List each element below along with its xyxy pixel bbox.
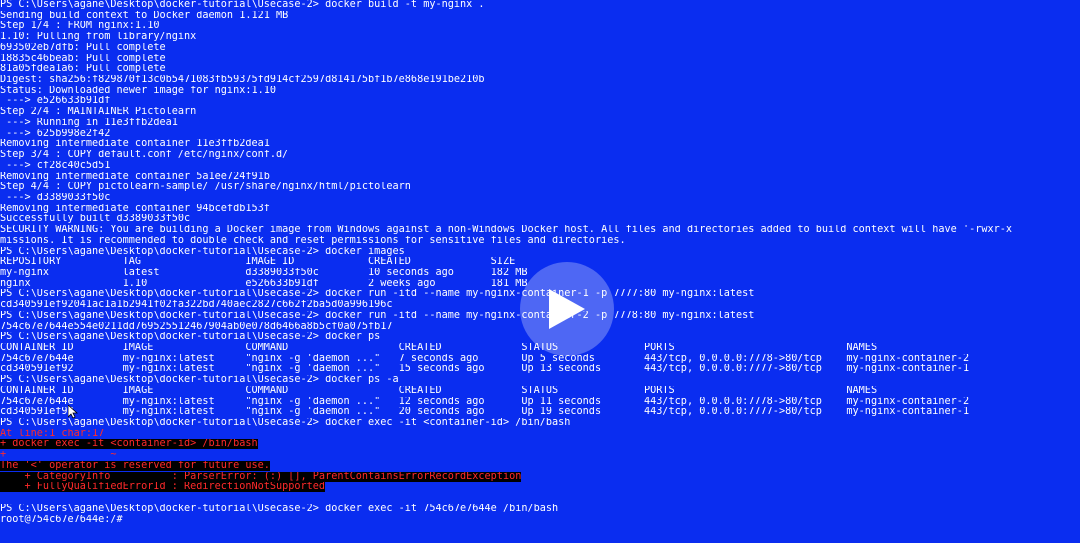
terminal-line-text: + docker exec -it <container-id> /bin/ba… <box>0 439 258 450</box>
terminal-line: Removing intermediate container 5a1ee724… <box>0 172 1080 183</box>
terminal-line: PS C:\Users\agane\Desktop\docker-tutoria… <box>0 247 1080 258</box>
terminal-line-text: Step 2/4 : MAINTAINER Pictolearn <box>0 107 197 118</box>
terminal-line-text: ---> e526633b91df <box>0 96 111 107</box>
terminal-line-text: 754c67e7644e my-nginx:latest "nginx -g '… <box>0 353 970 364</box>
terminal-error-line: At line:1 char:17 <box>0 429 1080 440</box>
terminal-line-text: root@754c67e7644e:/# <box>0 514 123 525</box>
terminal-line: CONTAINER ID IMAGE COMMAND CREATED STATU… <box>0 386 1080 397</box>
terminal-line: Successfully built d3389033f50c <box>0 214 1080 225</box>
terminal-line: PS C:\Users\agane\Desktop\docker-tutoria… <box>0 375 1080 386</box>
terminal-line: 693502eb7dfb: Pull complete <box>0 43 1080 54</box>
terminal-line: 754c67e7644e my-nginx:latest "nginx -g '… <box>0 354 1080 365</box>
terminal-line-text: 754c67e7644e554e0211dd769525512467904ab0… <box>0 321 393 332</box>
terminal-line-text: PS C:\Users\agane\Desktop\docker-tutoria… <box>0 503 559 514</box>
terminal-line: Status: Downloaded newer image for nginx… <box>0 86 1080 97</box>
terminal-line: Step 4/4 : COPY pictolearn-sample/ /usr/… <box>0 182 1080 193</box>
terminal-line: PS C:\Users\agane\Desktop\docker-tutoria… <box>0 0 1080 11</box>
terminal-line: REPOSITORY TAG IMAGE ID CREATED SIZE <box>0 257 1080 268</box>
terminal-line-text: cd340591ef92 my-nginx:latest "nginx -g '… <box>0 407 970 418</box>
terminal-line-text: PS C:\Users\agane\Desktop\docker-tutoria… <box>0 375 399 386</box>
terminal-line: PS C:\Users\agane\Desktop\docker-tutoria… <box>0 504 1080 515</box>
terminal-line-text: ---> d3389033f50c <box>0 192 111 203</box>
terminal-line-text: cd340591ef92 my-nginx:latest "nginx -g '… <box>0 364 970 375</box>
terminal-line-text: PS C:\Users\agane\Desktop\docker-tutoria… <box>0 0 485 10</box>
terminal-error-line: + ~ <box>0 450 1080 461</box>
mouse-pointer-icon <box>68 405 78 419</box>
terminal-line-text: ---> cf28c40c5d51 <box>0 160 111 171</box>
terminal-line-text: REPOSITORY TAG IMAGE ID CREATED SIZE <box>0 257 516 268</box>
terminal-line-text: Step 3/4 : COPY default.conf /etc/nginx/… <box>0 150 289 161</box>
terminal-line-text: Digest: sha256:f829870f13c0b5471083fb593… <box>0 75 485 86</box>
terminal-line-text: 693502eb7dfb: Pull complete <box>0 42 166 53</box>
terminal-line-text: CONTAINER ID IMAGE COMMAND CREATED STATU… <box>0 343 878 353</box>
terminal-line: missions. It is recommended to double ch… <box>0 236 1080 247</box>
terminal-line: Step 1/4 : FROM nginx:1.10 <box>0 21 1080 32</box>
terminal-line: Removing intermediate container 11e3ffb2… <box>0 139 1080 150</box>
terminal-line: 18835c46beab: Pull complete <box>0 54 1080 65</box>
terminal-line: cd340591ef92 my-nginx:latest "nginx -g '… <box>0 407 1080 418</box>
terminal-line: Sending build context to Docker daemon 1… <box>0 11 1080 22</box>
terminal-line: 81a05fdea1a6: Pull complete <box>0 64 1080 75</box>
terminal-line-text: 18835c46beab: Pull complete <box>0 53 166 64</box>
terminal-line-text: + CategoryInfo : ParserError: (:) [], Pa… <box>0 471 522 482</box>
terminal-line: ---> Running in 11e3ffb2dea1 <box>0 118 1080 129</box>
terminal-line: PS C:\Users\agane\Desktop\docker-tutoria… <box>0 418 1080 429</box>
terminal-line-text: PS C:\Users\agane\Desktop\docker-tutoria… <box>0 289 755 300</box>
terminal-line: cd340591ef92 my-nginx:latest "nginx -g '… <box>0 364 1080 375</box>
terminal-line: ---> d3389033f50c <box>0 193 1080 204</box>
terminal-line: Step 2/4 : MAINTAINER Pictolearn <box>0 107 1080 118</box>
terminal-error-line: + CategoryInfo : ParserError: (:) [], Pa… <box>0 471 1080 483</box>
terminal-error-line: + docker exec -it <container-id> /bin/ba… <box>0 439 1080 450</box>
terminal-line-text: Removing intermediate container 5a1ee724… <box>0 171 270 182</box>
terminal-line-text: PS C:\Users\agane\Desktop\docker-tutoria… <box>0 418 571 429</box>
video-play-button[interactable] <box>520 262 614 356</box>
terminal-line-text: PS C:\Users\agane\Desktop\docker-tutoria… <box>0 332 381 343</box>
terminal-line-text: my-nginx latest d3389033f50c 10 seconds … <box>0 267 528 278</box>
terminal-line-text: Sending build context to Docker daemon 1… <box>0 10 289 21</box>
terminal-line-text: 1.10: Pulling from library/nginx <box>0 32 197 43</box>
terminal-line-text: CONTAINER ID IMAGE COMMAND CREATED STATU… <box>0 385 878 396</box>
terminal-line: ---> e526633b91df <box>0 96 1080 107</box>
terminal-line: Step 3/4 : COPY default.conf /etc/nginx/… <box>0 150 1080 161</box>
terminal-line-text: missions. It is recommended to double ch… <box>0 235 626 246</box>
terminal-line-text: nginx 1.10 e526633b91df 2 weeks ago 181 … <box>0 278 528 289</box>
terminal-line-text: Removing intermediate container 11e3ffb2… <box>0 139 270 150</box>
terminal-line-text: SECURITY WARNING: You are building a Doc… <box>0 225 1013 236</box>
terminal-line-text: 754c67e7644e my-nginx:latest "nginx -g '… <box>0 396 970 407</box>
terminal-error-line: + FullyQualifiedErrorId : RedirectionNot… <box>0 482 1080 493</box>
terminal-line: ---> 625b998e2f42 <box>0 129 1080 140</box>
terminal-line: Removing intermediate container 94bcefdb… <box>0 204 1080 215</box>
terminal-line: 754c67e7644e my-nginx:latest "nginx -g '… <box>0 397 1080 408</box>
play-icon <box>549 289 585 329</box>
terminal-line-text: Successfully built d3389033f50c <box>0 214 191 225</box>
terminal-line-text: Step 1/4 : FROM nginx:1.10 <box>0 21 160 32</box>
terminal-line-text: The '<' operator is reserved for future … <box>0 460 270 471</box>
terminal-line-text: ---> 625b998e2f42 <box>0 128 111 139</box>
terminal-line: 1.10: Pulling from library/nginx <box>0 32 1080 43</box>
terminal-line-text: Step 4/4 : COPY pictolearn-sample/ /usr/… <box>0 182 411 193</box>
terminal-line: root@754c67e7644e:/# <box>0 515 1080 526</box>
terminal-line-text: cd340591ef92041ac1a1b2941f02fa322bd740ae… <box>0 300 393 311</box>
terminal-error-line: The '<' operator is reserved for future … <box>0 460 1080 472</box>
terminal-line-text: ---> Running in 11e3ffb2dea1 <box>0 117 178 128</box>
terminal-line: ---> cf28c40c5d51 <box>0 161 1080 172</box>
terminal-line: Digest: sha256:f829870f13c0b5471083fb593… <box>0 75 1080 86</box>
terminal-line-text: + FullyQualifiedErrorId : RedirectionNot… <box>0 482 326 493</box>
terminal-line-text: PS C:\Users\agane\Desktop\docker-tutoria… <box>0 310 755 321</box>
terminal-line-text: 81a05fdea1a6: Pull complete <box>0 64 166 75</box>
terminal-line-text: At line:1 char:17 <box>0 428 105 439</box>
terminal-line: SECURITY WARNING: You are building a Doc… <box>0 225 1080 236</box>
terminal-line-text: Removing intermediate container 94bcefdb… <box>0 203 270 214</box>
terminal-line-text: + ~ <box>0 450 117 461</box>
terminal-line-text: PS C:\Users\agane\Desktop\docker-tutoria… <box>0 246 405 257</box>
terminal-line-text: Status: Downloaded newer image for nginx… <box>0 85 277 96</box>
